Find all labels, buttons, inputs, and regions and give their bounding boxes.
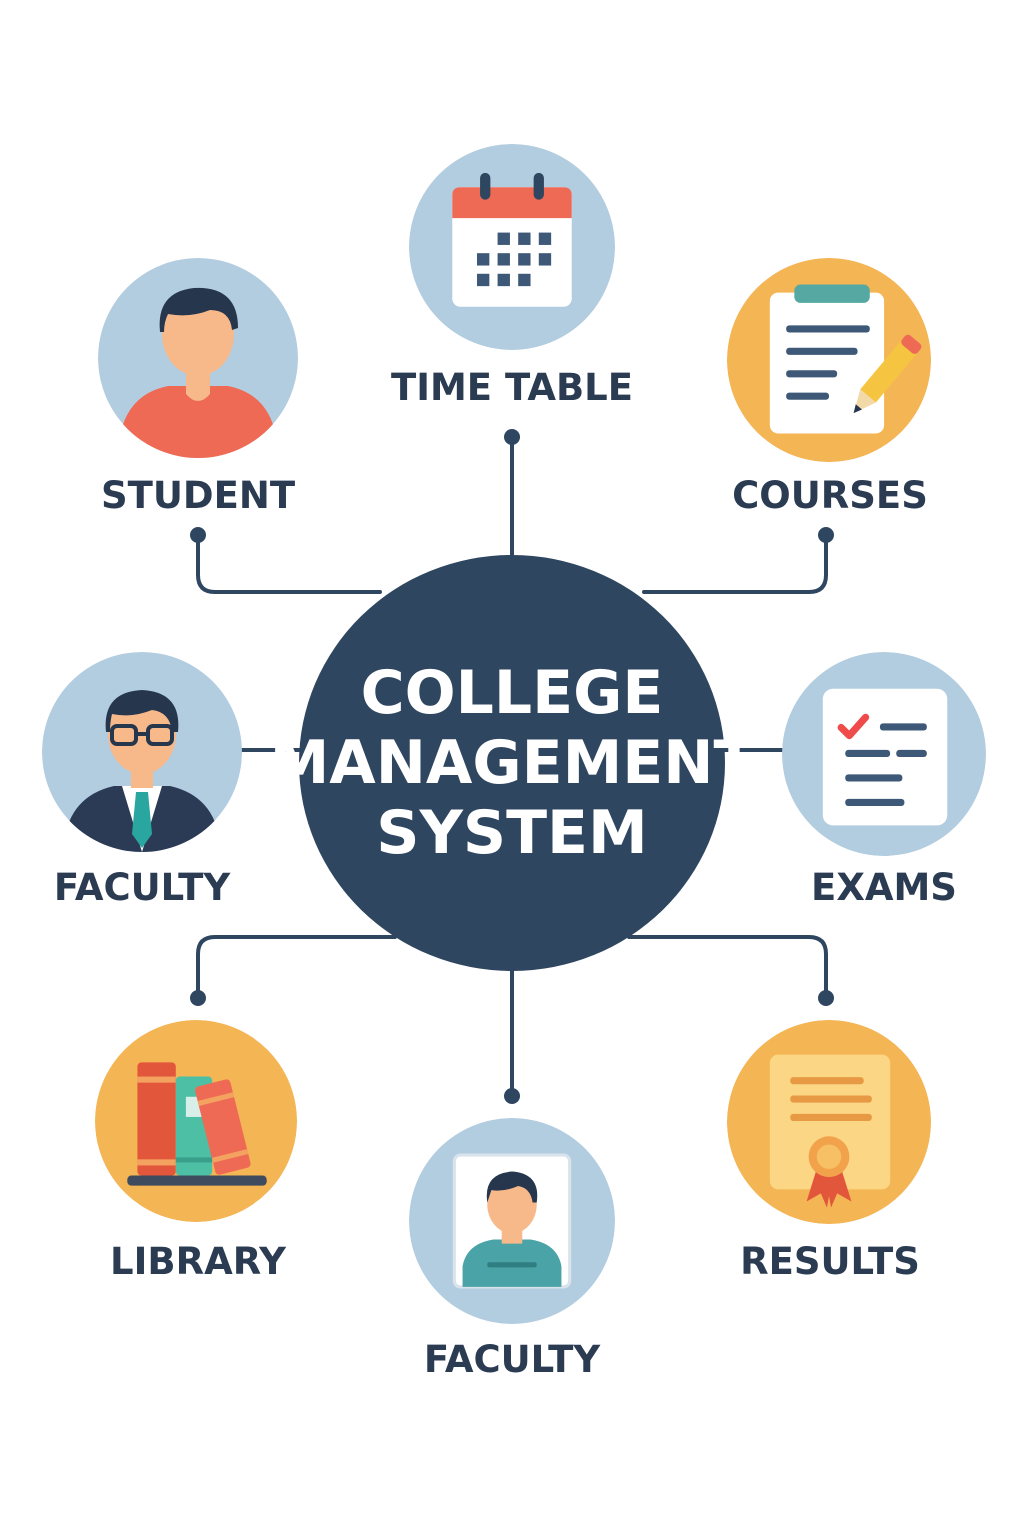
clipboard-pencil-icon (727, 258, 931, 462)
teacher-icon (42, 652, 242, 852)
connector-dot (504, 1088, 520, 1104)
connector-dot (504, 429, 520, 445)
connector-student (196, 533, 382, 594)
diagram-canvas: COLLEGE MANAGEMENT SYSTEM TIME TABLE STU… (0, 0, 1024, 1536)
module-label-faculty-bottom: FACULTY (423, 1338, 601, 1381)
connector-courses (642, 533, 828, 594)
student-icon (98, 258, 298, 458)
connector-dot (190, 527, 206, 543)
module-label-library: LIBRARY (110, 1240, 286, 1283)
calendar-icon (409, 144, 615, 350)
central-hub: COLLEGE MANAGEMENT SYSTEM (270, 555, 754, 971)
certificate-icon (727, 1020, 931, 1224)
connector-dot (818, 527, 834, 543)
id-card-icon (409, 1118, 615, 1324)
hub-title: COLLEGE MANAGEMENT SYSTEM (269, 658, 755, 868)
module-label-time-table: TIME TABLE (390, 366, 634, 409)
checklist-icon (782, 652, 986, 856)
connector-dot (190, 990, 206, 1006)
module-label-courses: COURSES (732, 474, 928, 517)
module-label-faculty-left: FACULTY (53, 866, 231, 909)
module-label-exams: EXAMS (811, 866, 957, 909)
books-icon (95, 1020, 297, 1222)
connector-library (196, 935, 397, 1000)
module-label-results: RESULTS (740, 1240, 920, 1283)
module-label-student: STUDENT (100, 474, 296, 517)
connector-results (627, 935, 828, 1000)
connector-dot (818, 990, 834, 1006)
